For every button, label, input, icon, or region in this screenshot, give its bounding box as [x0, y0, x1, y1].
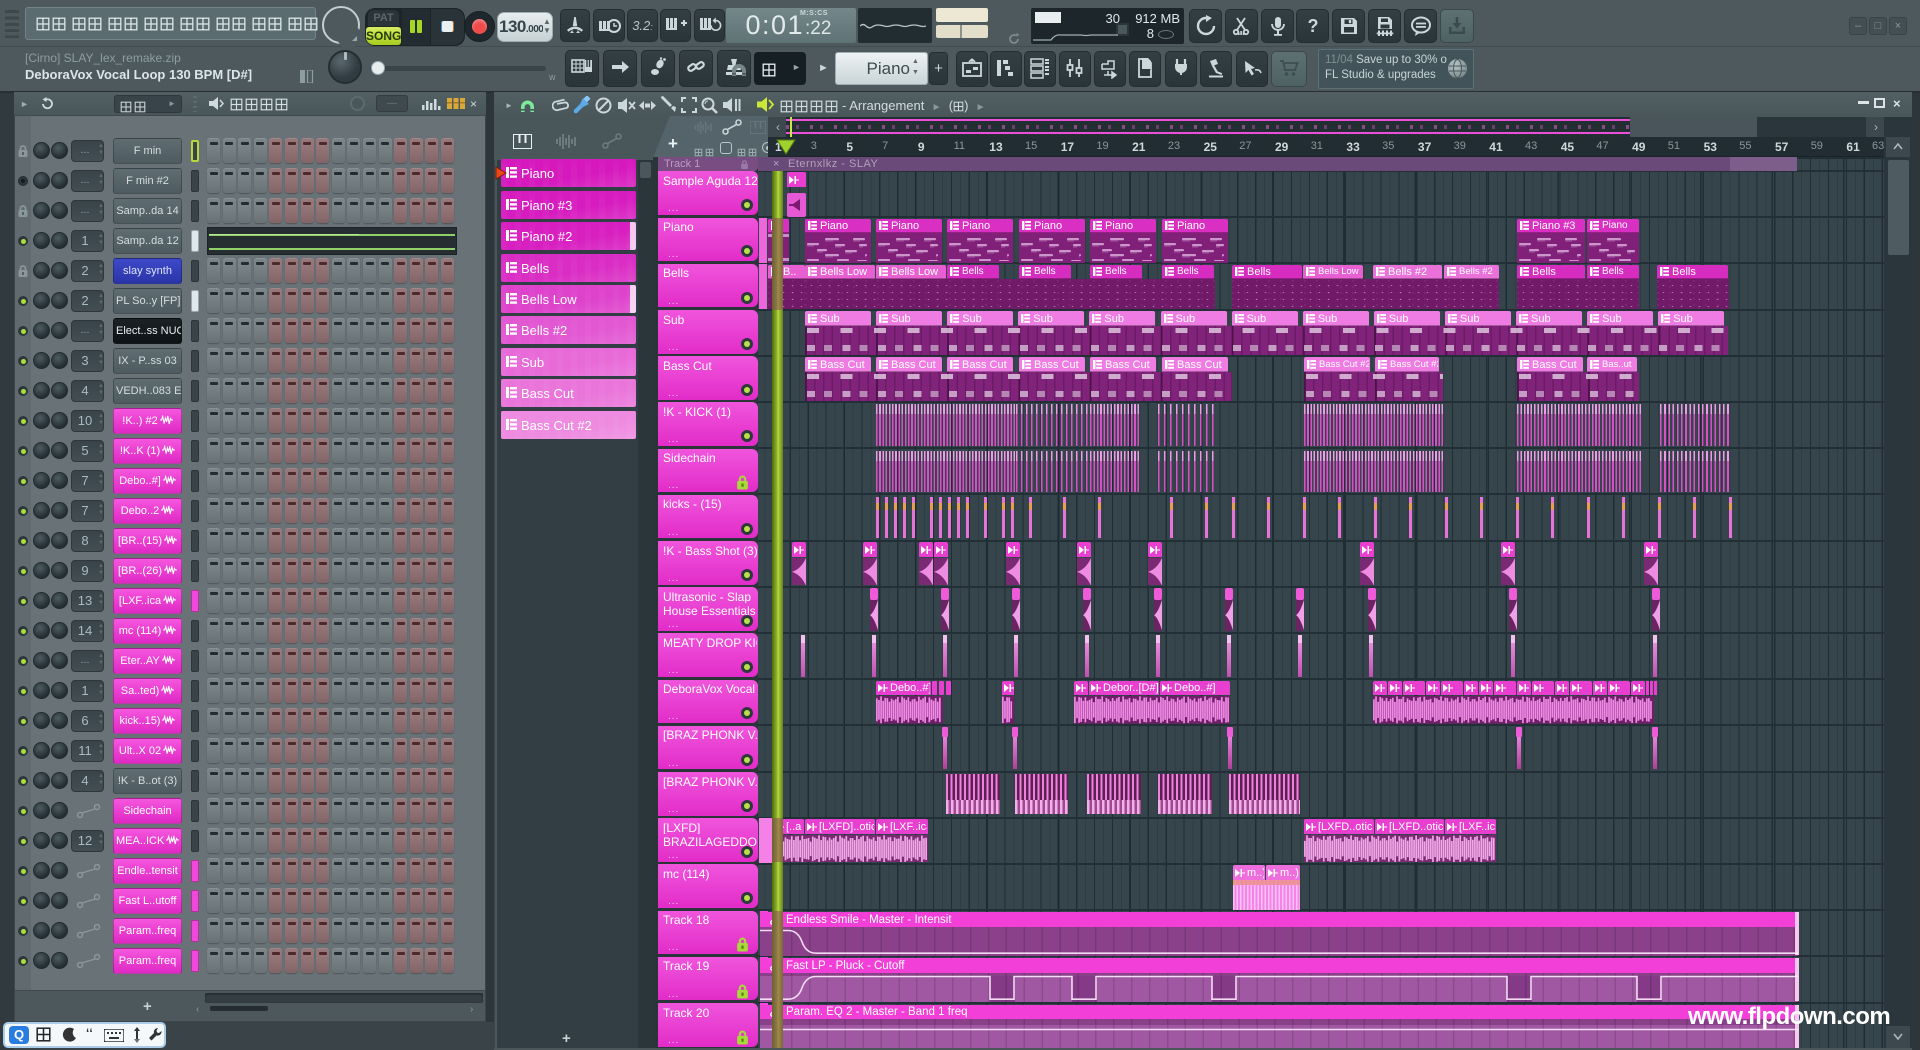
svg-text:?: ?	[1307, 16, 1318, 36]
